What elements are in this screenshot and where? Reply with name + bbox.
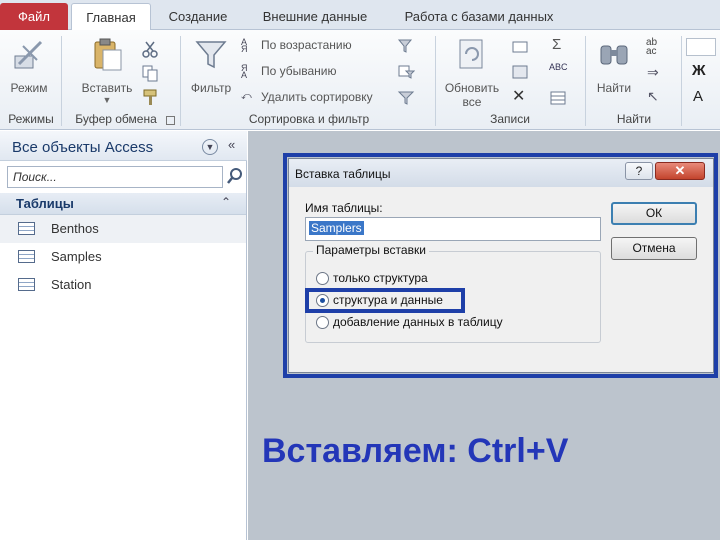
- selection-filter-icon[interactable]: [397, 38, 415, 54]
- tab-database-tools[interactable]: Работа с базами данных: [394, 3, 564, 30]
- table-icon: [18, 250, 35, 263]
- nav-item-benthos[interactable]: Benthos: [0, 215, 246, 243]
- clipboard-launcher-icon[interactable]: [166, 116, 175, 125]
- more-records-icon[interactable]: [549, 90, 567, 106]
- table-icon: [18, 278, 35, 291]
- ribbon-tab-bar: Файл Главная Создание Внешние данные Раб…: [0, 0, 720, 31]
- delete-record-icon[interactable]: ✕: [512, 86, 525, 106]
- nav-item-samples[interactable]: Samples: [0, 243, 246, 271]
- table-icon: [18, 222, 35, 235]
- paste-button[interactable]: Вставить ▼: [74, 36, 140, 105]
- filter-button[interactable]: Фильтр: [186, 36, 236, 95]
- goto-icon[interactable]: ⇒: [647, 64, 659, 81]
- select-icon[interactable]: ↖: [647, 88, 659, 105]
- cut-icon[interactable]: [141, 40, 159, 58]
- sort-descending-button[interactable]: Я А По убыванию: [241, 62, 337, 80]
- view-icon: [14, 40, 43, 69]
- totals-icon[interactable]: Σ: [552, 36, 561, 53]
- tables-section-header[interactable]: Таблицы ⌃: [0, 193, 246, 215]
- ribbon: Режим Режимы Вставить ▼ Буфер обмена Фил…: [0, 30, 720, 130]
- paste-label: Вставить: [81, 81, 133, 95]
- toggle-filter-icon[interactable]: [397, 90, 415, 106]
- new-record-icon[interactable]: [511, 38, 529, 54]
- find-button[interactable]: Найти: [590, 36, 638, 95]
- spelling-icon[interactable]: ABC: [549, 62, 568, 72]
- instruction-caption: Вставляем: Ctrl+V: [262, 432, 569, 470]
- replace-icon[interactable]: ab ac: [646, 38, 657, 57]
- copy-icon[interactable]: [141, 64, 159, 82]
- nav-title: Все объекты Access: [12, 139, 154, 156]
- separator: [61, 36, 62, 126]
- dialog-highlight-frame: [283, 153, 718, 378]
- funnel-icon: [195, 41, 227, 69]
- binoculars-icon: [600, 45, 628, 65]
- refresh-sublabel: все: [462, 95, 482, 109]
- chevron-down-icon[interactable]: ▼: [202, 139, 218, 155]
- tab-file[interactable]: Файл: [0, 3, 68, 30]
- refresh-label: Обновить: [444, 81, 500, 95]
- tables-section-label: Таблицы: [16, 196, 74, 211]
- nav-item-station[interactable]: Station: [0, 271, 246, 299]
- view-button[interactable]: Режим: [4, 36, 54, 95]
- refresh-all-button[interactable]: Обновить все: [440, 36, 504, 109]
- sort-ascending-button[interactable]: А Я По возрастанию: [241, 36, 352, 54]
- remove-sort-icon: ⤺: [241, 90, 252, 102]
- clipboard-group-label: Буфер обмена: [75, 112, 157, 126]
- tab-external-data[interactable]: Внешние данные: [250, 3, 380, 30]
- option-highlight-frame: [305, 288, 465, 313]
- separator: [180, 36, 181, 126]
- filter-label: Фильтр: [190, 81, 232, 95]
- save-record-icon[interactable]: [511, 64, 529, 80]
- tab-home[interactable]: Главная: [71, 3, 151, 31]
- find-label: Найти: [596, 81, 632, 95]
- find-group-label: Найти: [616, 112, 652, 126]
- bold-button[interactable]: Ж: [692, 62, 706, 79]
- sortfilter-group-label: Сортировка и фильтр: [248, 112, 370, 126]
- nav-item-label: Benthos: [51, 221, 99, 236]
- view-label: Режим: [10, 81, 48, 95]
- search-icon[interactable]: [226, 167, 244, 185]
- tab-create[interactable]: Создание: [160, 3, 236, 30]
- format-painter-icon[interactable]: [141, 88, 159, 106]
- paste-dropdown-icon[interactable]: ▼: [74, 95, 140, 105]
- refresh-icon: [459, 39, 483, 69]
- nav-header[interactable]: Все объекты Access ▼ «: [0, 131, 247, 161]
- separator: [681, 36, 682, 126]
- font-color-button[interactable]: А: [693, 88, 703, 105]
- remove-sort-button[interactable]: ⤺ Удалить сортировку: [241, 90, 373, 105]
- advanced-filter-icon[interactable]: [397, 64, 415, 80]
- nav-item-label: Station: [51, 277, 92, 292]
- sort-descending-icon: ЯА: [241, 62, 248, 80]
- collapse-pane-icon[interactable]: «: [228, 137, 235, 152]
- paste-icon: [94, 38, 122, 71]
- separator: [585, 36, 586, 126]
- chevron-up-icon[interactable]: ⌃: [221, 195, 231, 209]
- navigation-pane: Все объекты Access ▼ « Поиск... Таблицы …: [0, 131, 247, 540]
- views-group-label: Режимы: [8, 112, 54, 126]
- font-name-box[interactable]: [686, 38, 716, 56]
- nav-item-label: Samples: [51, 249, 102, 264]
- sort-ascending-icon: АЯ: [241, 36, 248, 54]
- separator: [435, 36, 436, 126]
- search-input[interactable]: Поиск...: [7, 166, 223, 188]
- records-group-label: Записи: [490, 112, 530, 126]
